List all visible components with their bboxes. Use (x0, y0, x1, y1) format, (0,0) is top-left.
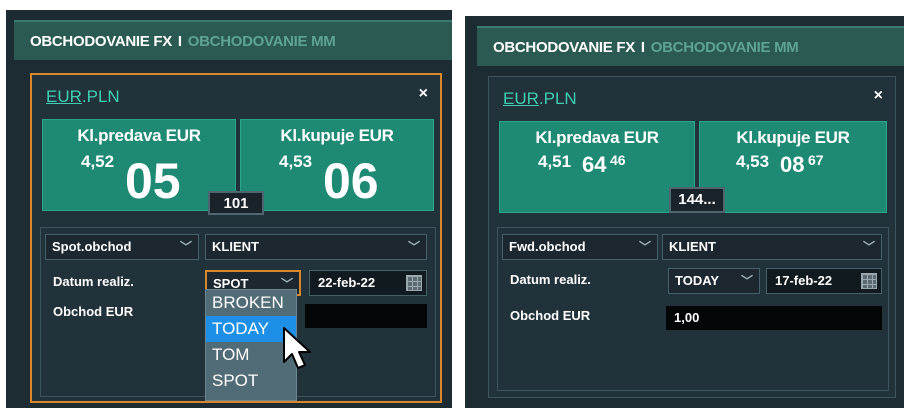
client-value: KLIENT (669, 239, 716, 254)
order-type-select[interactable]: Fwd.obchod ﹀ (502, 234, 658, 260)
amount-value: 1,00 (674, 310, 700, 325)
tab-bar: OBCHODOVANIE FX I OBCHODOVANIE MM (477, 26, 904, 66)
chevron-down-icon: ﹀ (740, 274, 753, 288)
buy-quote-big-figure: 4,53 (736, 152, 770, 171)
tab-mm-trading[interactable]: OBCHODOVANIE MM (188, 33, 336, 50)
tab-bar: OBCHODOVANIE FX I OBCHODOVANIE MM (14, 20, 452, 60)
amount-input[interactable]: 1,00 (666, 306, 882, 330)
dropdown-option-1d[interactable]: 1D (206, 394, 296, 400)
date-field[interactable]: 17-feb-22 (766, 268, 882, 294)
sell-quote-button[interactable]: Kl.predava EUR 4,51 64 46 (499, 121, 695, 213)
order-type-select[interactable]: Spot.obchod ﹀ (45, 234, 199, 260)
amount-input[interactable] (305, 304, 427, 328)
date-type-select[interactable]: TODAY ﹀ (668, 268, 760, 294)
tab-mm-trading[interactable]: OBCHODOVANIE MM (651, 39, 799, 56)
buy-quote-button[interactable]: Kl.kupuje EUR 4,53 06 (240, 119, 434, 211)
close-icon[interactable]: × (419, 85, 428, 103)
calendar-icon[interactable] (406, 275, 422, 291)
chevron-down-icon: ﹀ (862, 240, 875, 254)
tab-separator: I (177, 32, 182, 50)
amount-label: Obchod EUR (510, 308, 591, 323)
currency-pair: EUR.PLN (503, 89, 577, 109)
dropdown-option-broken[interactable]: BROKEN (206, 290, 296, 316)
spread-badge: 101 (208, 191, 264, 215)
amount-label: Obchod EUR (53, 304, 134, 319)
sell-quote-pips: 64 (582, 152, 607, 177)
currency-pair-base-link[interactable]: EUR (503, 89, 539, 108)
sell-quote-label: Kl.predava EUR (77, 126, 201, 145)
sell-quote-pips: 05 (125, 153, 181, 209)
client-value: KLIENT (212, 239, 259, 254)
right-trading-panel: OBCHODOVANIE FX I OBCHODOVANIE MM EUR.PL… (465, 16, 904, 408)
buy-quote-label: Kl.kupuje EUR (280, 126, 394, 145)
tab-separator: I (640, 38, 645, 56)
chevron-down-icon: ﹀ (638, 240, 651, 254)
currency-pair-quote: .PLN (81, 87, 120, 106)
buy-quote-button[interactable]: Kl.kupuje EUR 4,53 08 67 (699, 121, 887, 213)
sell-quote-button[interactable]: Kl.predava EUR 4,52 05 (42, 119, 236, 211)
currency-pair-base-link[interactable]: EUR (46, 87, 82, 106)
buy-quote-label: Kl.kupuje EUR (736, 128, 850, 147)
mouse-pointer-icon (283, 327, 311, 369)
order-form: Fwd.obchod ﹀ KLIENT ﹀ Datum realiz. TODA… (497, 227, 889, 391)
buy-quote-pips: 06 (323, 153, 379, 209)
tab-fx-trading[interactable]: OBCHODOVANIE FX (493, 39, 635, 56)
calendar-icon[interactable] (861, 273, 877, 289)
currency-pair-quote: .PLN (538, 89, 577, 108)
client-select[interactable]: KLIENT ﹀ (205, 234, 427, 260)
date-value: 17-feb-22 (775, 273, 833, 288)
date-value: 22-feb-22 (318, 275, 376, 290)
date-label: Datum realiz. (510, 272, 591, 287)
fx-widget: EUR.PLN × Kl.predava EUR 4,51 64 46 Kl.k… (488, 76, 896, 398)
date-label: Datum realiz. (53, 274, 134, 289)
date-field[interactable]: 22-feb-22 (309, 270, 427, 296)
order-type-value: Fwd.obchod (509, 239, 586, 254)
buy-quote-fraction: 67 (808, 152, 824, 168)
sell-quote-big-figure: 4,52 (81, 152, 115, 171)
currency-pair: EUR.PLN (46, 87, 120, 107)
chevron-down-icon: ﹀ (179, 240, 192, 254)
sell-quote-big-figure: 4,51 (538, 152, 572, 171)
sell-quote-label: Kl.predava EUR (535, 128, 659, 147)
tab-fx-trading[interactable]: OBCHODOVANIE FX (30, 33, 172, 50)
date-type-value: TODAY (675, 273, 720, 288)
close-icon[interactable]: × (874, 87, 883, 105)
spread-badge: 144... (669, 187, 725, 213)
buy-quote-big-figure: 4,53 (279, 152, 313, 171)
buy-quote-pips: 08 (780, 152, 805, 177)
chevron-down-icon: ﹀ (407, 240, 420, 254)
sell-quote-fraction: 46 (610, 152, 626, 168)
order-type-value: Spot.obchod (52, 239, 132, 254)
client-select[interactable]: KLIENT ﹀ (662, 234, 882, 260)
